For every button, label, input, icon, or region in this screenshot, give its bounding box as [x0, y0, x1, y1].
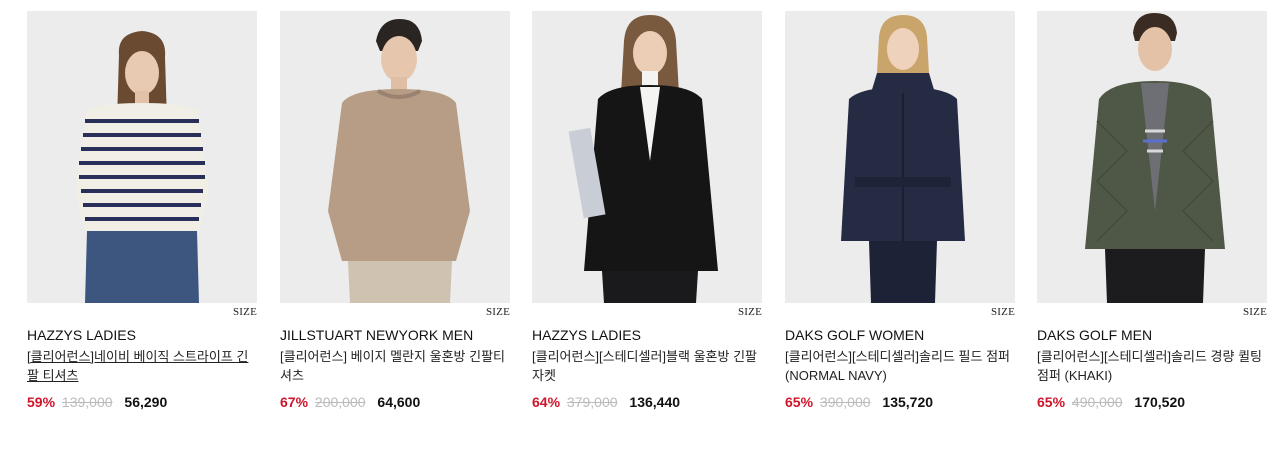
product-card[interactable]: SIZE DAKS GOLF WOMEN [클리어런스][스테디셀러]솔리드 필… [785, 11, 1015, 411]
product-name-link[interactable]: [클리어런스][스테디셀러]솔리드 경량 퀼팅 점퍼 (KHAKI) [1037, 347, 1267, 385]
sale-price: 170,520 [1134, 394, 1186, 410]
model-navy-field-jacket-photo [785, 11, 1015, 303]
size-link[interactable]: SIZE [280, 305, 510, 319]
product-image[interactable] [280, 11, 510, 303]
brand-name: DAKS GOLF WOMEN [785, 327, 925, 343]
discount-rate: 65% [1037, 394, 1066, 410]
product-name-link[interactable]: [클리어런스]네이비 베이직 스트라이프 긴팔 티셔츠 [27, 347, 257, 385]
brand-name: DAKS GOLF MEN [1037, 327, 1153, 343]
size-link[interactable]: SIZE [1037, 305, 1267, 319]
original-price: 379,000 [566, 394, 618, 410]
model-striped-tee-photo [27, 11, 257, 303]
original-price: 390,000 [819, 394, 871, 410]
brand-name: JILLSTUART NEWYORK MEN [280, 327, 474, 343]
product-image[interactable] [532, 11, 762, 303]
product-card[interactable]: SIZE HAZZYS LADIES [클리어런스][스테디셀러]블랙 울혼방 … [532, 11, 762, 411]
brand-name: HAZZYS LADIES [532, 327, 641, 343]
product-name-link[interactable]: [클리어런스][스테디셀러]솔리드 필드 점퍼 (NORMAL NAVY) [785, 347, 1015, 385]
product-grid: SIZE HAZZYS LADIES [클리어런스]네이비 베이직 스트라이프 … [0, 0, 1276, 449]
size-link[interactable]: SIZE [532, 305, 762, 319]
product-card[interactable]: SIZE HAZZYS LADIES [클리어런스]네이비 베이직 스트라이프 … [27, 11, 257, 411]
sale-price: 64,600 [377, 394, 421, 410]
original-price: 490,000 [1071, 394, 1123, 410]
model-beige-knit-photo [280, 11, 510, 303]
sale-price: 135,720 [882, 394, 934, 410]
product-image[interactable] [785, 11, 1015, 303]
product-card[interactable]: SIZE JILLSTUART NEWYORK MEN [클리어런스] 베이지 … [280, 11, 510, 411]
size-link[interactable]: SIZE [27, 305, 257, 319]
price-row: 65% 390,000 135,720 [785, 393, 1015, 411]
discount-rate: 59% [27, 394, 56, 410]
product-card[interactable]: SIZE DAKS GOLF MEN [클리어런스][스테디셀러]솔리드 경량 … [1037, 11, 1267, 411]
price-row: 64% 379,000 136,440 [532, 393, 762, 411]
product-image[interactable] [27, 11, 257, 303]
price-row: 65% 490,000 170,520 [1037, 393, 1267, 411]
discount-rate: 67% [280, 394, 309, 410]
product-name-link[interactable]: [클리어런스][스테디셀러]블랙 울혼방 긴팔자켓 [532, 347, 762, 385]
model-khaki-quilted-jumper-photo [1037, 11, 1267, 303]
product-image[interactable] [1037, 11, 1267, 303]
price-row: 67% 200,000 64,600 [280, 393, 510, 411]
price-row: 59% 139,000 56,290 [27, 393, 257, 411]
product-name-link[interactable]: [클리어런스] 베이지 멜란지 울혼방 긴팔티셔츠 [280, 347, 510, 385]
size-link[interactable]: SIZE [785, 305, 1015, 319]
model-black-jacket-photo [532, 11, 762, 303]
original-price: 200,000 [314, 394, 366, 410]
sale-price: 56,290 [124, 394, 168, 410]
original-price: 139,000 [61, 394, 113, 410]
discount-rate: 65% [785, 394, 814, 410]
discount-rate: 64% [532, 394, 561, 410]
brand-name: HAZZYS LADIES [27, 327, 136, 343]
sale-price: 136,440 [629, 394, 681, 410]
